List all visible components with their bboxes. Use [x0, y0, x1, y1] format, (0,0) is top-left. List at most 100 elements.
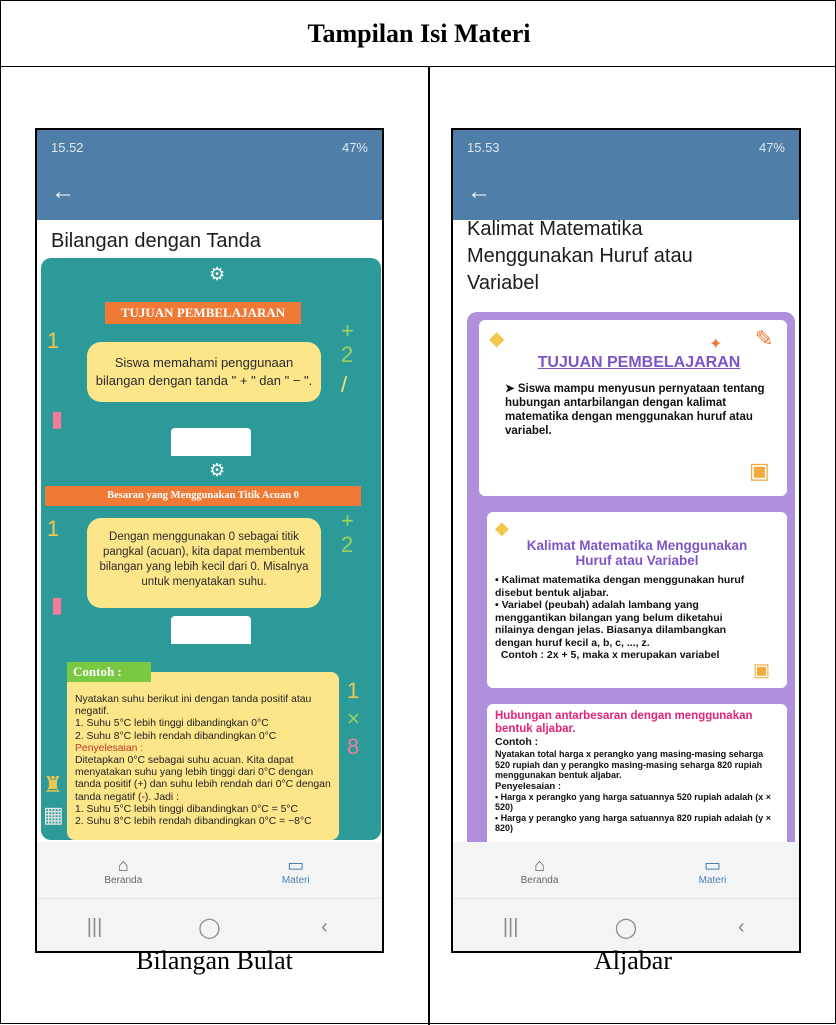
recents-icon[interactable]: ||| [453, 899, 568, 951]
back-icon[interactable]: ‹ [267, 899, 382, 951]
home-icon: ⌂ [534, 854, 545, 875]
hubungan-contoh: Contoh : [495, 736, 539, 748]
nav-beranda[interactable]: ⌂ Beranda [37, 842, 210, 898]
besaran-text: Dengan menggunakan 0 sebagai titik pangk… [87, 518, 321, 608]
home-icon: ⌂ [117, 854, 129, 875]
back-arrow-icon[interactable]: ← [467, 178, 491, 205]
status-time: 15.52 [51, 140, 84, 155]
status-bar: 15.52 47% [37, 130, 382, 170]
contoh-line: 1. Suhu 5°C lebih tinggi dibandingkan 0°… [75, 803, 299, 815]
column-divider [428, 67, 430, 1025]
list-item: Contoh : 2x + 5, maka x merupakan variab… [495, 649, 747, 662]
kalimat-list: • Kalimat matematika dengan menggunakan … [495, 574, 747, 662]
back-icon[interactable]: ‹ [684, 899, 799, 951]
notebook-icon: ▮ [51, 592, 64, 617]
list-item-text: Harga y perangko yang harga satuannya 82… [495, 812, 772, 834]
notebook-icon: ▮ [51, 406, 64, 431]
calculator-icon: ▦ [43, 802, 64, 827]
plus-icon: + [341, 508, 354, 533]
list-item-text: Variabel (peubah) adalah lambang yang me… [495, 599, 727, 649]
list-item-text: Contoh : 2x + 5, maka x merupakan variab… [500, 649, 720, 661]
book-icon [171, 616, 251, 644]
number-two-icon: 2 [341, 532, 354, 557]
contoh-line: 2. Suhu 8°C lebih rendah dibandingkan 0°… [75, 730, 277, 742]
phone-screenshot-bilangan: 15.52 47% ← Bilangan dengan Tanda ⚙ TUJU… [35, 128, 384, 953]
phone-screenshot-aljabar: 15.53 47% ← Kalimat Matematika Menggunak… [451, 128, 801, 953]
tujuan-card: ◆ ✦ ✎ TUJUAN PEMBELAJARAN ➤ Siswa mampu … [479, 320, 787, 496]
number-one-icon: 1 [47, 516, 60, 541]
tujuan-text: ➤ Siswa mampu menyusun pernyataan tentan… [505, 383, 765, 437]
multiply-icon: × [347, 706, 360, 731]
recents-icon[interactable]: ||| [37, 899, 152, 951]
list-item: • Harga x perangko yang harga satuannya … [495, 791, 772, 813]
pencil-icon: ✎ [755, 326, 774, 351]
status-time: 15.53 [467, 140, 500, 155]
book-icon [171, 428, 251, 456]
kalimat-card: ◆ Kalimat Matematika Menggunakan Huruf a… [487, 512, 787, 688]
hubungan-text: Nyatakan total harga x perangko yang mas… [495, 749, 764, 780]
status-battery: 47% [341, 140, 368, 155]
tiger-icon: ▣ [753, 660, 771, 680]
system-nav: ||| ◯ ‹ [453, 898, 799, 951]
hubungan-penyelesaian: Penyelesaian : [495, 780, 562, 792]
list-item: • Variabel (peubah) adalah lambang yang … [495, 599, 727, 649]
bottom-nav: ⌂ Beranda ▭ Materi [453, 842, 799, 898]
lightbulb-icon: ◆ [489, 328, 505, 350]
tiger-icon: ▣ [749, 458, 770, 483]
status-battery: 47% [758, 140, 785, 155]
gear-icon: ⚙ [209, 460, 226, 480]
book-open-icon: ▭ [703, 854, 721, 875]
number-two-icon: 2 [341, 342, 354, 367]
contoh-line: Nyatakan suhu berikut ini dengan tanda p… [75, 694, 312, 718]
sparkle-icon: ✦ [709, 336, 723, 353]
number-one-icon: 1 [347, 678, 360, 703]
nav-beranda[interactable]: ⌂ Beranda [453, 842, 626, 898]
table-frame: Tampilan Isi Materi 15.52 47% ← Bilangan… [0, 0, 836, 1025]
list-item: • Kalimat matematika dengan menggunakan … [495, 574, 745, 599]
back-arrow-icon[interactable]: ← [51, 178, 75, 205]
list-item: • Harga y perangko yang harga satuannya … [495, 812, 772, 834]
nav-materi-label: Materi [698, 874, 727, 886]
hubungan-card: Hubungan antarbesaran dengan menggunakan… [487, 704, 787, 852]
tujuan-label: TUJUAN PEMBELAJARAN [105, 302, 301, 324]
status-bar: 15.53 47% [453, 130, 799, 170]
tujuan-text-content: Siswa mampu menyusun pernyataan tentang … [505, 383, 765, 437]
nav-materi-label: Materi [281, 874, 310, 886]
plus-icon: + [341, 318, 354, 343]
contoh-line: Ditetapkan 0°C sebagai suhu acuan. Kita … [75, 755, 331, 803]
page-title: Bilangan dengan Tanda [51, 230, 261, 252]
caption-right: Aljabar [594, 946, 672, 975]
hubungan-title: Hubungan antarbesaran dengan menggunakan… [495, 710, 753, 735]
system-nav: ||| ◯ ‹ [37, 898, 382, 951]
contoh-box: Nyatakan suhu berikut ini dengan tanda p… [67, 672, 339, 840]
tujuan-label: TUJUAN PEMBELAJARAN [537, 354, 741, 371]
trophy-icon: ♜ [43, 772, 63, 797]
home-button-icon[interactable]: ◯ [152, 899, 267, 951]
nav-materi[interactable]: ▭ Materi [626, 842, 799, 898]
gear-icon: ⚙ [209, 264, 226, 284]
app-bar: ← [37, 170, 382, 220]
contoh-line: Penyelesaian : [75, 742, 144, 754]
home-button-icon[interactable]: ◯ [568, 899, 683, 951]
ruler-icon: / [341, 372, 348, 397]
contoh-label: Contoh : [67, 662, 151, 682]
materi-card: ◆ ✦ ✎ TUJUAN PEMBELAJARAN ➤ Siswa mampu … [467, 312, 795, 852]
page-title: Kalimat Matematika Menggunakan Huruf ata… [467, 218, 693, 294]
app-bar: ← [453, 170, 799, 220]
list-item-text: Harga x perangko yang harga satuannya 52… [495, 791, 772, 813]
contoh-line: 1. Suhu 5°C lebih tinggi dibandingkan 0°… [75, 718, 269, 730]
lightbulb-icon: ◆ [495, 518, 509, 538]
materi-card: ⚙ TUJUAN PEMBELAJARAN Siswa memahami pen… [41, 258, 381, 840]
bottom-nav: ⌂ Beranda ▭ Materi [37, 842, 382, 898]
nav-beranda-label: Beranda [520, 874, 559, 886]
nav-materi[interactable]: ▭ Materi [210, 842, 383, 898]
caption-left: Bilangan Bulat [136, 946, 293, 975]
contoh-line: 2. Suhu 8°C lebih rendah dibandingkan 0°… [75, 816, 312, 828]
book-open-icon: ▭ [287, 854, 305, 875]
list-item-text: Kalimat matematika dengan menggunakan hu… [495, 574, 745, 599]
kalimat-title: Kalimat Matematika Menggunakan Huruf ata… [526, 538, 748, 568]
tujuan-text: Siswa memahami penggunaan bilangan denga… [87, 342, 321, 402]
besaran-label: Besaran yang Menggunakan Titik Acuan 0 [45, 486, 361, 506]
number-eight-icon: 8 [347, 734, 360, 759]
nav-beranda-label: Beranda [104, 874, 143, 886]
